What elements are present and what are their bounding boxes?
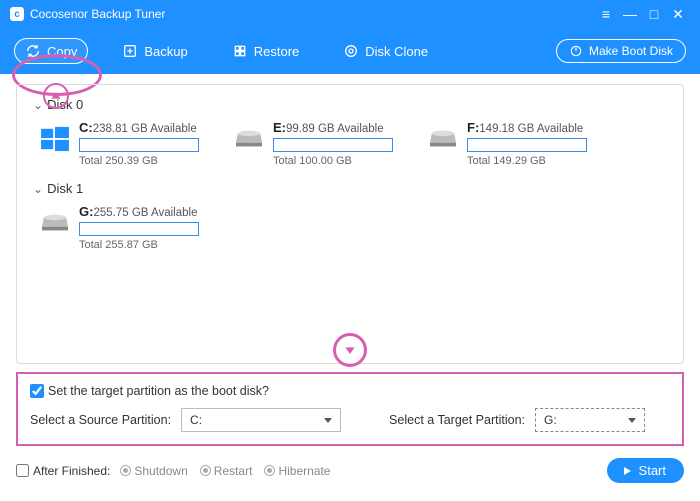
partition-c-bar	[79, 138, 199, 152]
shutdown-radio[interactable]: Shutdown	[120, 464, 187, 478]
after-finished-options: Shutdown Restart Hibernate	[120, 464, 330, 478]
boot-label: Make Boot Disk	[589, 44, 673, 58]
drive-icon	[233, 126, 265, 152]
copy-tab[interactable]: Copy	[14, 38, 88, 64]
partition-c-total: Total 250.39 GB	[79, 155, 199, 167]
partition-e-avail: 99.89 GB Available	[286, 123, 384, 135]
clone-icon	[343, 43, 359, 59]
chevron-down-icon: ⌄	[33, 182, 43, 196]
source-partition-select[interactable]: C:	[181, 408, 341, 432]
start-button[interactable]: Start	[607, 458, 684, 483]
after-finished-checkbox[interactable]	[16, 464, 29, 477]
partition-g[interactable]: G:255.75 GB Available Total 255.87 GB	[39, 204, 199, 251]
partition-g-letter: G:	[79, 204, 93, 219]
partition-e-bar	[273, 138, 393, 152]
partition-e-letter: E:	[273, 120, 286, 135]
target-partition-label: Select a Target Partition:	[389, 413, 525, 427]
partition-c-letter: C:	[79, 120, 93, 135]
partition-c[interactable]: C:238.81 GB Available Total 250.39 GB	[39, 120, 199, 167]
chevron-down-icon: ⌄	[33, 98, 43, 112]
scroll-down-indicator	[333, 333, 367, 367]
drive-icon	[39, 210, 71, 236]
make-boot-disk-button[interactable]: Make Boot Disk	[556, 39, 686, 63]
hibernate-radio[interactable]: Hibernate	[264, 464, 330, 478]
partitions-panel: ⌄ Disk 0 C:238.81 GB Available Total 250…	[16, 84, 684, 364]
footer: After Finished: Shutdown Restart Hiberna…	[0, 450, 700, 483]
restore-tab[interactable]: Restore	[222, 39, 310, 63]
partition-g-avail: 255.75 GB Available	[93, 207, 197, 219]
scroll-up-indicator	[43, 83, 69, 109]
copy-label: Copy	[47, 44, 77, 59]
restore-label: Restore	[254, 44, 300, 59]
partition-f-bar	[467, 138, 587, 152]
partition-e-total: Total 100.00 GB	[273, 155, 393, 167]
app-logo-icon: c	[10, 7, 24, 21]
minimize-button[interactable]: —	[618, 6, 642, 22]
partition-f-total: Total 149.29 GB	[467, 155, 587, 167]
partition-c-avail: 238.81 GB Available	[93, 123, 197, 135]
partition-e[interactable]: E:99.89 GB Available Total 100.00 GB	[233, 120, 393, 167]
partition-f[interactable]: F:149.18 GB Available Total 149.29 GB	[427, 120, 587, 167]
partition-f-avail: 149.18 GB Available	[479, 123, 583, 135]
disk0-header[interactable]: ⌄ Disk 0	[33, 97, 667, 112]
target-partition-select[interactable]: G:	[535, 408, 645, 432]
backup-icon	[122, 43, 138, 59]
restore-icon	[232, 43, 248, 59]
titlebar: c Cocosenor Backup Tuner ≡ — □ ✕	[0, 0, 700, 28]
partition-f-letter: F:	[467, 120, 479, 135]
toolbar: Copy Backup Restore Disk Clone Make Boot…	[0, 28, 700, 74]
boot-disk-checkbox[interactable]	[30, 384, 44, 398]
restart-radio[interactable]: Restart	[200, 464, 253, 478]
windows-icon	[39, 126, 71, 152]
clone-label: Disk Clone	[365, 44, 428, 59]
copy-icon	[25, 43, 41, 59]
after-finished-label: After Finished:	[33, 464, 110, 478]
close-button[interactable]: ✕	[666, 6, 690, 23]
play-icon	[621, 465, 633, 477]
backup-tab[interactable]: Backup	[112, 39, 197, 63]
disk-clone-tab[interactable]: Disk Clone	[333, 39, 438, 63]
app-title: Cocosenor Backup Tuner	[30, 7, 594, 21]
maximize-button[interactable]: □	[642, 6, 666, 22]
partition-g-total: Total 255.87 GB	[79, 239, 199, 251]
backup-label: Backup	[144, 44, 187, 59]
boot-icon	[569, 44, 583, 58]
menu-icon[interactable]: ≡	[594, 6, 618, 22]
disk1-header[interactable]: ⌄ Disk 1	[33, 181, 667, 196]
source-partition-label: Select a Source Partition:	[30, 413, 171, 427]
drive-icon	[427, 126, 459, 152]
disk1-label: Disk 1	[47, 181, 83, 196]
options-panel: Set the target partition as the boot dis…	[16, 372, 684, 446]
partition-g-bar	[79, 222, 199, 236]
boot-disk-label: Set the target partition as the boot dis…	[48, 384, 269, 398]
